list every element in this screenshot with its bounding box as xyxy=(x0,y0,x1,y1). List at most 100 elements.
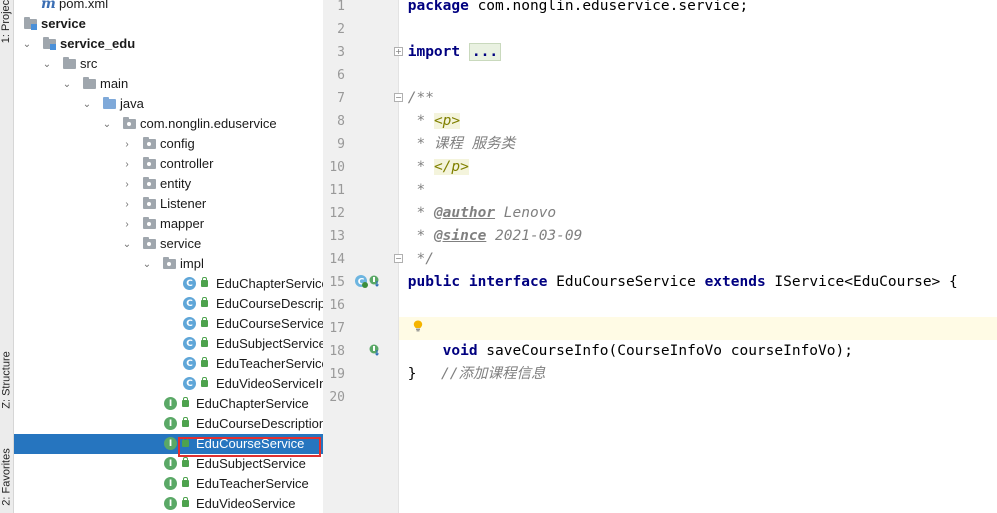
chevron-down-icon[interactable]: ⌄ xyxy=(101,114,113,134)
line-number: 17 xyxy=(329,321,345,336)
module-folder-icon xyxy=(43,37,56,50)
chevron-right-icon[interactable]: › xyxy=(121,154,133,174)
code-line-15: public interface EduCourseService extend… xyxy=(399,271,997,294)
tree-item-service-edu[interactable]: ⌄ service_edu xyxy=(14,34,323,54)
code-editor[interactable]: package com.nonglin.eduservice.service; … xyxy=(399,0,997,513)
tree-item-service-module[interactable]: service xyxy=(14,14,323,34)
tree-item-label: EduCourseDescrip xyxy=(216,296,323,311)
lock-icon xyxy=(201,377,208,387)
favorites-tab-label: 2: Favorites xyxy=(0,447,13,506)
chevron-down-icon[interactable]: ⌄ xyxy=(141,254,153,274)
tree-item-src[interactable]: ⌄ src xyxy=(14,54,323,74)
line-number: 18 xyxy=(329,344,345,359)
tree-item-label: config xyxy=(160,136,195,151)
tree-item-config[interactable]: › config xyxy=(14,134,323,154)
comment: * xyxy=(407,113,434,129)
tree-item-base-package[interactable]: ⌄ com.nonglin.eduservice xyxy=(14,114,323,134)
tree-item-service-package[interactable]: ⌄ service xyxy=(14,234,323,254)
package-icon xyxy=(123,117,136,129)
interface-icon: I xyxy=(164,437,177,450)
line-number: 14 xyxy=(329,252,345,267)
package-icon xyxy=(143,157,156,169)
chevron-right-icon[interactable]: › xyxy=(121,214,133,234)
doc-tag: <p> xyxy=(433,113,461,129)
tree-item-class[interactable]: C EduCourseDescrip xyxy=(14,294,323,314)
chevron-down-icon[interactable]: ⌄ xyxy=(61,74,73,94)
tree-item-class[interactable]: C EduChapterService xyxy=(14,274,323,294)
chevron-down-icon[interactable]: ⌄ xyxy=(81,94,93,114)
code-line-8: * <p> xyxy=(399,110,997,133)
project-tab-label: 1: Project xyxy=(0,0,13,44)
line-number: 11 xyxy=(329,183,345,198)
source-folder-icon xyxy=(103,97,116,109)
tree-item-java[interactable]: ⌄ java xyxy=(14,94,323,114)
line-number: 2 xyxy=(337,22,345,37)
chevron-down-icon[interactable]: ⌄ xyxy=(41,54,53,74)
folder-icon xyxy=(83,77,96,89)
tree-item-impl[interactable]: ⌄ impl xyxy=(14,254,323,274)
interface-icon: I xyxy=(164,457,177,470)
javadoc-tag: @author xyxy=(433,205,496,221)
package-icon xyxy=(163,257,176,269)
maven-icon: m xyxy=(41,0,56,12)
tree-item-class[interactable]: C EduVideoServiceIn xyxy=(14,374,323,394)
line-number: 8 xyxy=(337,114,345,129)
tree-item-label: EduTeacherService xyxy=(196,476,309,491)
structure-tool-tab[interactable]: Z: Structure xyxy=(0,340,13,420)
chevron-right-icon[interactable]: › xyxy=(121,174,133,194)
chevron-right-icon[interactable]: › xyxy=(121,194,133,214)
overrides-down-icon[interactable] xyxy=(369,275,381,287)
tree-item-pom[interactable]: m pom.xml xyxy=(14,0,323,14)
package-icon xyxy=(143,137,156,149)
tree-item-interface[interactable]: I EduSubjectService xyxy=(14,454,323,474)
implemented-icon[interactable]: C xyxy=(354,274,368,288)
favorites-tool-tab[interactable]: 2: Favorites xyxy=(0,440,13,513)
tree-item-label: EduTeacherService xyxy=(216,356,323,371)
tree-item-entity[interactable]: › entity xyxy=(14,174,323,194)
lock-icon xyxy=(182,457,189,467)
class-icon: C xyxy=(183,297,196,310)
lightbulb-icon[interactable] xyxy=(413,320,423,332)
tree-item-mapper[interactable]: › mapper xyxy=(14,214,323,234)
lock-icon xyxy=(182,417,189,427)
tree-item-label: EduVideoService xyxy=(196,496,296,511)
line-number: 6 xyxy=(337,68,345,83)
tree-item-interface[interactable]: I EduTeacherService xyxy=(14,474,323,494)
tree-item-label: src xyxy=(80,56,98,71)
implemented-down-icon[interactable] xyxy=(369,344,381,356)
comment: * xyxy=(407,182,426,198)
tree-item-main[interactable]: ⌄ main xyxy=(14,74,323,94)
code-line-14: */ xyxy=(399,248,997,271)
chevron-right-icon[interactable]: › xyxy=(121,134,133,154)
tree-item-listener[interactable]: › Listener xyxy=(14,194,323,214)
tree-item-label: impl xyxy=(180,256,204,271)
lock-icon xyxy=(201,317,208,327)
tree-item-class[interactable]: C EduSubjectServiceI xyxy=(14,334,323,354)
chevron-down-icon[interactable]: ⌄ xyxy=(121,234,133,254)
lock-icon xyxy=(201,277,208,287)
chevron-down-icon[interactable]: ⌄ xyxy=(21,34,33,54)
interface-icon: I xyxy=(164,397,177,410)
project-tool-tab[interactable]: 1: Project xyxy=(0,0,13,44)
tree-item-label: pom.xml xyxy=(59,0,109,11)
lock-icon xyxy=(201,337,208,347)
tree-item-label: EduChapterService xyxy=(196,396,309,411)
tree-item-interface[interactable]: I EduChapterService xyxy=(14,394,323,414)
comment: */ xyxy=(407,251,434,267)
code-line-13: * @since 2021-03-09 xyxy=(399,225,997,248)
lock-icon xyxy=(182,397,189,407)
tree-item-class[interactable]: C EduCourseServiceI xyxy=(14,314,323,334)
line-number: 3 xyxy=(337,45,345,60)
class-icon: C xyxy=(183,277,196,290)
folder-icon xyxy=(63,57,76,69)
tree-item-controller[interactable]: › controller xyxy=(14,154,323,174)
keyword: interface xyxy=(468,274,548,290)
tree-item-label: EduSubjectServiceI xyxy=(216,336,323,351)
folded-imports[interactable]: ... xyxy=(468,43,502,61)
code-line-19: } xyxy=(399,363,997,386)
code-line-12: * @author Lenovo xyxy=(399,202,997,225)
tree-item-interface[interactable]: I EduVideoService xyxy=(14,494,323,513)
tree-item-class[interactable]: C EduTeacherService xyxy=(14,354,323,374)
code-line-11: * xyxy=(399,179,997,202)
tree-item-interface[interactable]: I EduCourseDescription xyxy=(14,414,323,434)
